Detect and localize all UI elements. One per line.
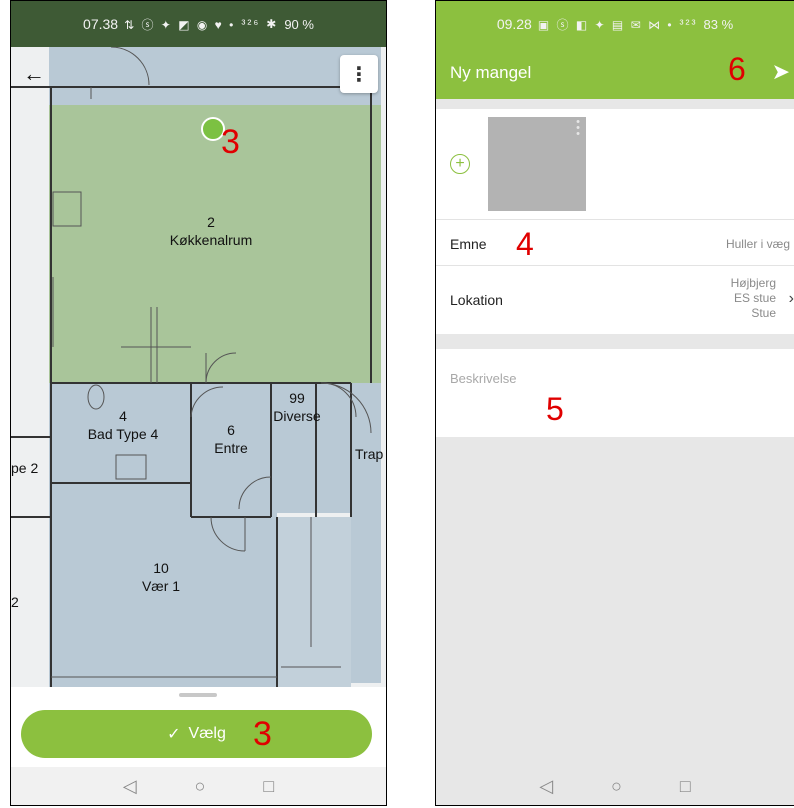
room-number: 2: [207, 214, 215, 230]
form-body: + • • • Emne 4 Huller i væg Lokation Højbj…: [436, 99, 794, 805]
location-row[interactable]: Lokation Højbjerg ES stue Stue ›: [436, 265, 794, 334]
room-name: Køkkenalrum: [169, 232, 253, 248]
room-name: Entre: [214, 440, 248, 456]
photo-row: + • • •: [436, 109, 794, 219]
description-placeholder: Beskrivelse: [450, 371, 517, 386]
new-defect-screen: 09.28 ▣ ⓢ ◧ ✦ ▤ ✉ ⋈ • ³²³ 83 % Ny mangel…: [435, 0, 794, 806]
annotation-number: 6: [728, 51, 746, 87]
status-icons: ▣ ⓢ ◧ ✦ ▤ ✉ ⋈ •: [537, 17, 674, 32]
bluetooth-icon: ✱: [266, 17, 279, 31]
status-icons: ⇅ ⓢ ✦ ◩ ◉ ♥ •: [124, 17, 236, 32]
room-name: Bad Type 4: [87, 426, 159, 442]
system-nav-bar: ◁ ○ □: [436, 767, 794, 805]
annotation-number: 3: [221, 123, 240, 161]
room-number: 99: [289, 390, 305, 406]
room-edge-label: 2: [11, 594, 19, 610]
location-value: Højbjerg ES stue Stue: [731, 276, 776, 321]
room-number: 4: [119, 408, 127, 424]
annotation-number: 3: [253, 715, 272, 753]
nav-recent-icon[interactable]: □: [680, 776, 691, 797]
room-trap-label: Trap: [355, 446, 384, 462]
location-line: ES stue: [733, 291, 776, 305]
room-2-label: 2 Køkkenalrum: [151, 213, 271, 249]
location-line: Stue: [751, 306, 776, 320]
system-nav-bar: ◁ ○ □: [11, 767, 386, 805]
location-label: Lokation: [450, 292, 503, 308]
room-4-label: 4 Bad Type 4: [63, 407, 183, 443]
description-field[interactable]: Beskrivelse 5: [436, 349, 794, 437]
nav-back-icon[interactable]: ◁: [123, 776, 137, 797]
annotation-number: 4: [516, 226, 534, 262]
subject-row[interactable]: Emne 4 Huller i væg: [436, 219, 794, 265]
app-bar: Ny mangel 6 ➤: [436, 47, 794, 99]
chevron-right-icon: ›: [788, 290, 794, 307]
nav-recent-icon[interactable]: □: [263, 776, 274, 797]
room-number: 6: [227, 422, 235, 438]
nav-home-icon[interactable]: ○: [611, 776, 622, 797]
battery-level: 90 %: [284, 16, 314, 32]
status-bar: 09.28 ▣ ⓢ ◧ ✦ ▤ ✉ ⋈ • ³²³ 83 %: [436, 1, 794, 47]
room-99-label: 99 Diverse: [268, 389, 326, 425]
annotation-number: 5: [546, 391, 564, 427]
bottom-sheet: ✓ Vælg 3: [11, 687, 386, 769]
more-vert-icon[interactable]: • • •: [576, 117, 580, 140]
status-time: 07.38: [83, 16, 119, 32]
drag-handle[interactable]: [179, 693, 217, 697]
status-bar: 07.38 ⇅ ⓢ ✦ ◩ ◉ ♥ • ³²⁶ ✱ 90 %: [11, 1, 386, 47]
nav-home-icon[interactable]: ○: [195, 776, 206, 797]
choose-button-label: Vælg: [188, 725, 226, 742]
status-time: 09.28: [496, 16, 532, 32]
room-edge-label: pe 2: [11, 460, 39, 476]
network-speed: ³²⁶: [241, 17, 261, 31]
arrow-left-icon[interactable]: ←: [23, 61, 45, 87]
room-6-label: 6 Entre: [201, 421, 261, 457]
floor-plan[interactable]: 2 Køkkenalrum 4 Bad Type 4 6 Entre 99 Di…: [11, 47, 386, 687]
choose-button[interactable]: ✓ Vælg: [21, 710, 372, 758]
room-number: 10: [153, 560, 169, 576]
subject-value: Huller i væg: [725, 237, 790, 251]
nav-back-icon[interactable]: ◁: [539, 776, 553, 797]
add-photo-icon[interactable]: +: [450, 154, 470, 174]
floorplan-screen: 07.38 ⇅ ⓢ ✦ ◩ ◉ ♥ • ³²⁶ ✱ 90 % 2 Køkkena…: [10, 0, 387, 806]
more-vert-icon[interactable]: ⋮: [340, 55, 378, 93]
check-icon: ✓: [167, 726, 181, 743]
room-10-label: 10 Vær 1: [111, 559, 211, 595]
battery-level: 83 %: [703, 16, 734, 32]
location-line: Højbjerg: [730, 276, 776, 290]
photo-thumbnail[interactable]: • • •: [488, 117, 586, 211]
room-name: Diverse: [273, 408, 321, 424]
page-title: Ny mangel: [450, 63, 532, 82]
subject-label: Emne: [450, 236, 487, 252]
send-icon[interactable]: ➤: [772, 59, 790, 85]
network-speed: ³²³: [679, 17, 698, 31]
room-name: Vær 1: [141, 578, 181, 594]
